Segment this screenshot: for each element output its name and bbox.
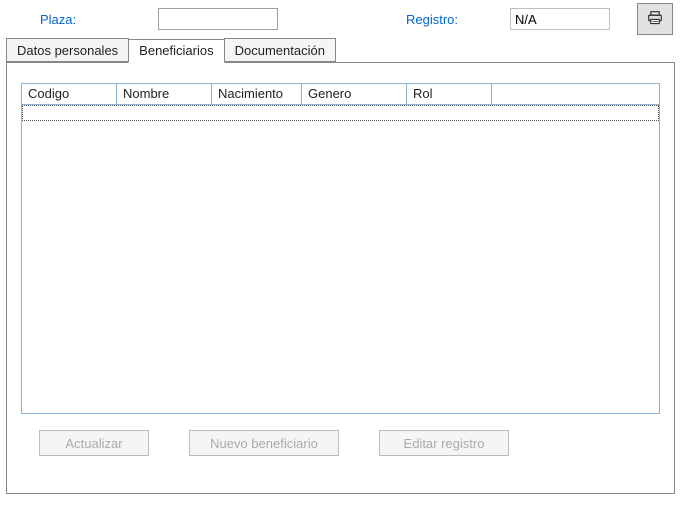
beneficiarios-grid[interactable]: Codigo Nombre Nacimiento Genero Rol [21,83,660,414]
nuevo-beneficiario-button: Nuevo beneficiario [189,430,339,456]
grid-header-row: Codigo Nombre Nacimiento Genero Rol [22,84,659,105]
actualizar-button: Actualizar [39,430,149,456]
tab-datos-personales[interactable]: Datos personales [6,38,129,62]
print-button[interactable] [637,3,673,35]
print-icon [646,11,664,28]
col-header-codigo[interactable]: Codigo [22,84,117,104]
col-header-rol[interactable]: Rol [407,84,492,104]
header-row: Plaza: Registro: [0,0,681,36]
buttons-row: Actualizar Nuevo beneficiario Editar reg… [7,414,674,456]
plaza-label: Plaza: [40,12,100,27]
tab-panel: Codigo Nombre Nacimiento Genero Rol Actu… [6,62,675,494]
grid-empty-selection[interactable] [22,105,659,121]
tab-beneficiarios[interactable]: Beneficiarios [128,39,224,63]
plaza-input[interactable] [158,8,278,30]
col-header-blank [492,84,659,104]
tab-documentacion[interactable]: Documentación [224,38,336,62]
col-header-genero[interactable]: Genero [302,84,407,104]
col-header-nacimiento[interactable]: Nacimiento [212,84,302,104]
registro-input[interactable] [510,8,610,30]
tabs-row: Datos personales Beneficiarios Documenta… [0,38,681,62]
editar-registro-button: Editar registro [379,430,509,456]
registro-label: Registro: [406,12,458,27]
grid-body[interactable] [22,105,659,413]
col-header-nombre[interactable]: Nombre [117,84,212,104]
